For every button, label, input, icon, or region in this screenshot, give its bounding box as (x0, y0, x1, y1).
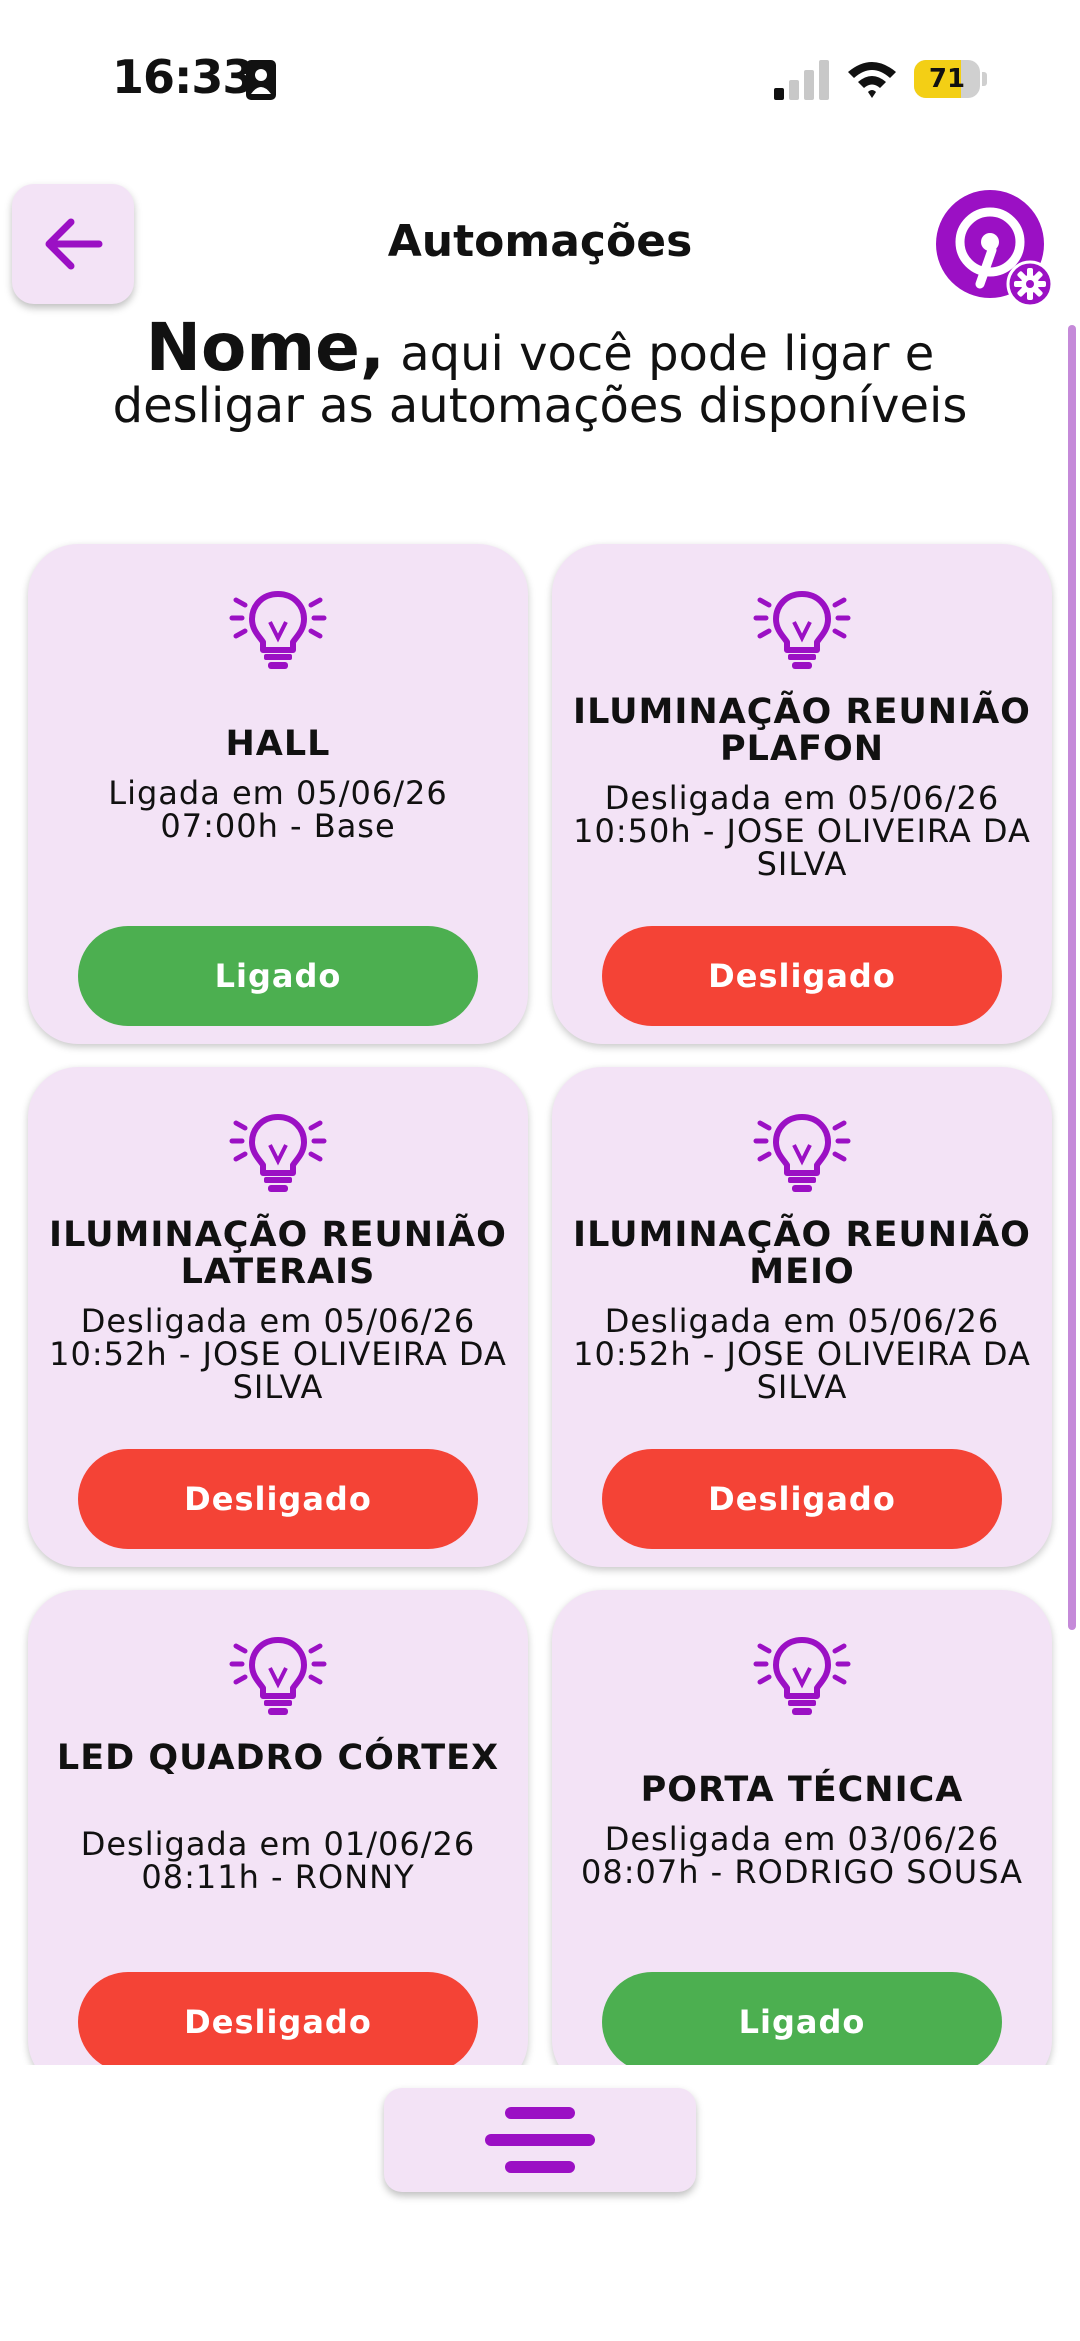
automation-toggle-button[interactable]: Ligado (78, 926, 478, 1026)
settings-logo-button[interactable] (930, 184, 1056, 310)
menu-icon (485, 2107, 595, 2173)
automation-card: LED QUADRO CÓRTEX Desligada em 01/06/26 0… (28, 1590, 528, 2065)
lightbulb-icon (753, 591, 851, 669)
automation-name: ILUMINAÇÃO REUNIÃO PLAFON (573, 692, 1031, 769)
user-name: Nome, (145, 309, 385, 386)
lightbulb-icon (229, 1637, 327, 1715)
battery-indicator: 71 (914, 60, 987, 98)
lightbulb-icon (229, 1114, 327, 1192)
app-logo-settings-icon (930, 184, 1054, 308)
menu-button[interactable] (384, 2088, 696, 2192)
lightbulb-icon (753, 1637, 851, 1715)
automation-card: HALL Ligada em 05/06/26 07:00h - Base Liga… (28, 544, 528, 1044)
automation-status-info: Ligada em 05/06/26 07:00h - Base (108, 774, 448, 845)
lightbulb-icon (229, 591, 327, 669)
automation-name: ILUMINAÇÃO REUNIÃO MEIO (573, 1215, 1031, 1292)
automation-status-info: Desligada em 05/06/26 10:52h - JOSE OLIV… (49, 1302, 507, 1406)
status-time: 16:33 (112, 50, 254, 104)
automation-name: HALL (225, 724, 331, 764)
automation-name: PORTA TÉCNICA (640, 1770, 964, 1810)
cellular-signal-icon (774, 60, 829, 100)
automation-toggle-button[interactable]: Desligado (78, 1972, 478, 2065)
automation-card: ILUMINAÇÃO REUNIÃO PLAFON Desligada em 05… (552, 544, 1052, 1044)
automation-card: ILUMINAÇÃO REUNIÃO LATERAIS Desligada em … (28, 1067, 528, 1567)
automation-card: PORTA TÉCNICA Desligada em 03/06/26 08:07… (552, 1590, 1052, 2065)
wifi-icon (848, 62, 896, 98)
automation-toggle-button[interactable]: Desligado (78, 1449, 478, 1549)
contact-card-icon (246, 60, 276, 100)
automation-toggle-button[interactable]: Desligado (602, 926, 1002, 1026)
battery-percent: 71 (928, 64, 966, 94)
status-bar: 16:33 71 (0, 0, 1080, 160)
automation-status-info: Desligada em 05/06/26 10:52h - JOSE OLIV… (573, 1302, 1031, 1406)
automation-status-info: Desligada em 03/06/26 08:07h - RODRIGO S… (581, 1820, 1023, 1891)
automation-toggle-button[interactable]: Ligado (602, 1972, 1002, 2065)
automation-status-info: Desligada em 01/06/26 08:11h - RONNY (80, 1825, 476, 1896)
intro-text: Nome, aqui você pode ligar e desligar as… (90, 315, 990, 433)
automation-card: ILUMINAÇÃO REUNIÃO MEIO Desligada em 05/0… (552, 1067, 1052, 1567)
automation-toggle-button[interactable]: Desligado (602, 1449, 1002, 1549)
automation-status-info: Desligada em 05/06/26 10:50h - JOSE OLIV… (573, 779, 1031, 883)
page-title: Automações (387, 216, 693, 267)
automation-name: LED QUADRO CÓRTEX (56, 1738, 500, 1778)
automation-name: ILUMINAÇÃO REUNIÃO LATERAIS (49, 1215, 507, 1292)
lightbulb-icon (753, 1114, 851, 1192)
automations-grid: HALL Ligada em 05/06/26 07:00h - Base Liga… (0, 530, 1080, 2065)
